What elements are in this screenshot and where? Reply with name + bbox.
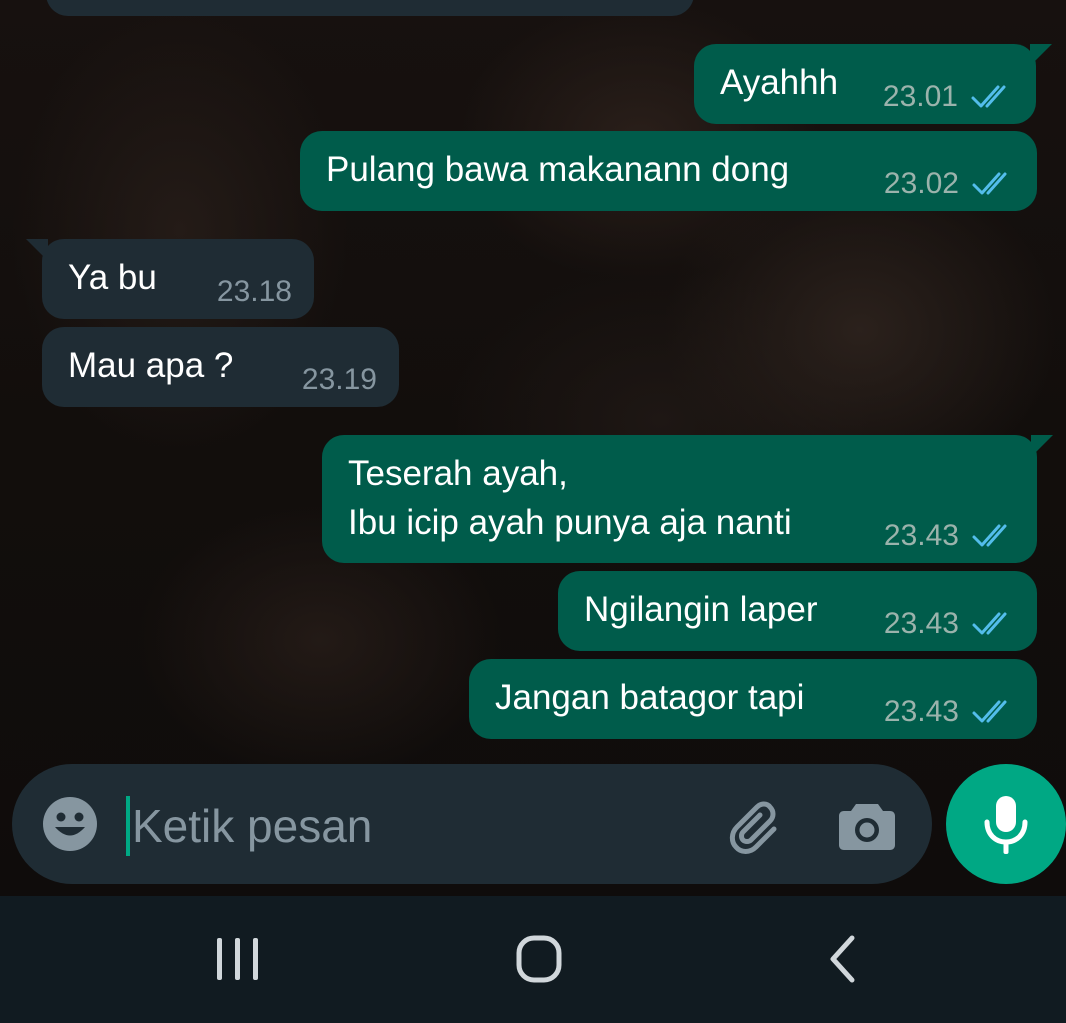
paperclip-icon[interactable] bbox=[724, 798, 782, 856]
message-bubble-incoming[interactable]: Ya bu 23.18 bbox=[26, 239, 314, 319]
message-meta: 23.01 bbox=[883, 80, 1014, 114]
double-check-icon bbox=[972, 172, 1007, 195]
system-navigation-bar bbox=[0, 896, 1066, 1023]
double-check-icon bbox=[972, 612, 1007, 635]
recent-apps-button[interactable] bbox=[193, 924, 283, 994]
message-text: Ayahhh bbox=[720, 63, 839, 102]
message-time: 23.19 bbox=[301, 363, 377, 396]
message-time: 23.43 bbox=[883, 695, 959, 728]
bubble-tail bbox=[26, 239, 48, 261]
home-button[interactable] bbox=[494, 924, 584, 994]
message-text: Teserah ayah, Ibu icip ayah punya aja na… bbox=[348, 454, 792, 542]
message-bubble-incoming[interactable]: Mau apa ? 23.19 bbox=[42, 327, 399, 407]
double-check-icon bbox=[972, 700, 1007, 723]
message-text: Mau apa ? bbox=[68, 346, 234, 385]
message-bubble-outgoing[interactable]: Ayahhh 23.01 bbox=[694, 44, 1052, 124]
message-bubble-outgoing[interactable]: Ngilangin laper 23.43 bbox=[558, 571, 1037, 651]
message-list[interactable]: Ayahhh 23.01 Pulang bawa makanann dong 2… bbox=[0, 0, 1066, 760]
voice-message-button[interactable] bbox=[946, 764, 1066, 884]
message-time: 23.02 bbox=[883, 167, 959, 200]
camera-icon[interactable] bbox=[838, 800, 896, 852]
message-time: 23.01 bbox=[882, 80, 958, 113]
previous-message-bubble bbox=[46, 0, 694, 16]
message-text: Pulang bawa makanann dong bbox=[326, 150, 790, 189]
double-check-icon bbox=[972, 524, 1007, 547]
bubble-tail bbox=[1030, 44, 1052, 66]
message-text: Ya bu bbox=[68, 258, 157, 297]
message-bubble-outgoing[interactable]: Pulang bawa makanann dong 23.02 bbox=[300, 131, 1037, 211]
message-meta: 23.18 bbox=[217, 275, 292, 309]
home-icon bbox=[516, 935, 562, 983]
message-time: 23.43 bbox=[883, 519, 959, 552]
message-bubble-outgoing[interactable]: Teserah ayah, Ibu icip ayah punya aja na… bbox=[322, 435, 1053, 563]
microphone-icon bbox=[984, 796, 1028, 854]
back-button[interactable] bbox=[798, 924, 888, 994]
message-composer bbox=[12, 764, 932, 884]
chat-screen: Ayahhh 23.01 Pulang bawa makanann dong 2… bbox=[0, 0, 1066, 1023]
message-meta: 23.43 bbox=[884, 519, 1015, 553]
recent-apps-icon bbox=[217, 938, 258, 980]
double-check-icon bbox=[971, 85, 1006, 108]
back-icon bbox=[830, 935, 855, 983]
message-meta: 23.43 bbox=[884, 607, 1015, 641]
message-meta: 23.19 bbox=[302, 363, 377, 397]
message-time: 23.43 bbox=[883, 607, 959, 640]
message-bubble-outgoing[interactable]: Jangan batagor tapi 23.43 bbox=[469, 659, 1037, 739]
message-input[interactable] bbox=[130, 790, 694, 862]
message-meta: 23.43 bbox=[884, 695, 1015, 729]
message-meta: 23.02 bbox=[884, 167, 1015, 201]
bubble-tail bbox=[1031, 435, 1053, 457]
message-text: Ngilangin laper bbox=[584, 590, 818, 629]
message-text: Jangan batagor tapi bbox=[495, 678, 805, 717]
smiley-icon[interactable] bbox=[42, 796, 98, 852]
message-time: 23.18 bbox=[216, 275, 292, 308]
